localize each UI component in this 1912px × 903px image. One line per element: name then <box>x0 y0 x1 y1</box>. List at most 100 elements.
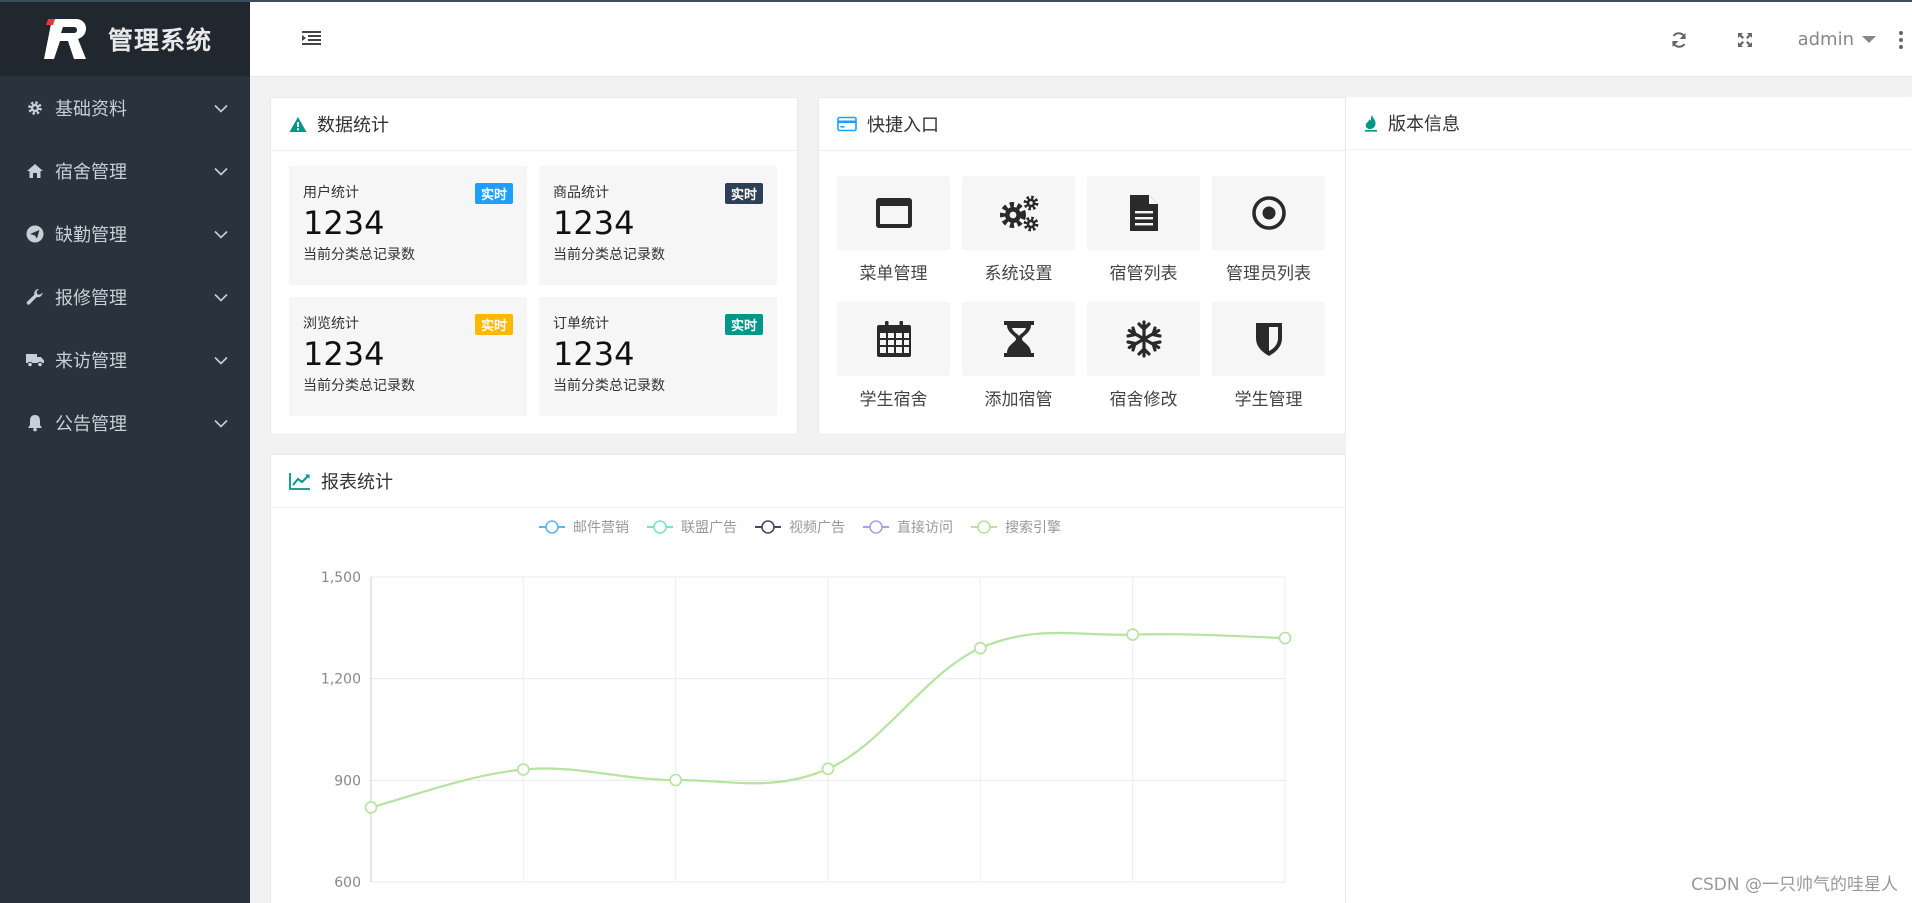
chevron-down-icon <box>214 349 228 370</box>
dot-circle-icon <box>1212 176 1325 250</box>
wrench-icon <box>24 286 46 308</box>
top-header: admin <box>250 0 1912 77</box>
quick-item-settings[interactable]: 系统设置 <box>962 176 1075 284</box>
quick-item-students[interactable]: 学生管理 <box>1212 302 1325 410</box>
legend-item[interactable]: 直接访问 <box>863 519 953 536</box>
stat-browse[interactable]: 浏览统计 实时 1234 当前分类总记录数 <box>289 297 527 416</box>
report-line-chart: 邮件营销 联盟广告 视频广告 直接访问 搜索引擎 1,500 1,200 900 600 <box>321 519 1292 891</box>
data-point <box>1278 631 1292 645</box>
snowflake-icon <box>1087 302 1200 376</box>
sidebar-item-absence[interactable]: 缺勤管理 <box>0 202 250 265</box>
quick-item-menu[interactable]: 菜单管理 <box>837 176 950 284</box>
stat-value: 1234 <box>553 335 635 373</box>
stat-user[interactable]: 用户统计 实时 1234 当前分类总记录数 <box>289 166 527 285</box>
sidebar-item-dorm[interactable]: 宿舍管理 <box>0 139 250 202</box>
stat-desc: 当前分类总记录数 <box>303 247 415 263</box>
sidebar-nav: 基础资料 宿舍管理 缺勤管理 报修管理 来访管理 公告管理 <box>0 76 250 454</box>
chevron-down-icon <box>214 286 228 307</box>
data-point <box>821 762 835 776</box>
report-card: 报表统计 邮件营销 联盟广告 视频广告 直接访问 搜索引擎 1,500 1,200 900 60… <box>270 454 1346 903</box>
credit-card-icon <box>837 116 857 132</box>
chevron-down-icon <box>214 97 228 118</box>
card-title: 版本信息 <box>1388 114 1460 135</box>
user-menu[interactable]: admin <box>1778 29 1890 50</box>
legend-label: 视频广告 <box>789 520 845 536</box>
card-header: 报表统计 <box>271 455 1345 508</box>
quick-item-dorm-admins[interactable]: 宿管列表 <box>1087 176 1200 284</box>
legend-marker <box>869 520 883 534</box>
version-card: 版本信息 <box>1346 97 1912 903</box>
bell-icon <box>24 412 46 434</box>
sidebar-item-label: 基础资料 <box>55 98 127 120</box>
legend-item[interactable]: 视频广告 <box>755 520 845 536</box>
quick-item-label: 学生宿舍 <box>859 390 928 410</box>
y-tick-label: 900 <box>334 773 361 789</box>
file-text-icon <box>1087 176 1200 250</box>
sidebar-item-basic-data[interactable]: 基础资料 <box>0 76 250 139</box>
stat-desc: 当前分类总记录数 <box>303 378 415 394</box>
quick-item-label: 系统设置 <box>984 264 1053 284</box>
logo-bar[interactable]: 管理系统 <box>0 0 250 76</box>
home-icon <box>24 160 46 182</box>
stat-value: 1234 <box>303 335 385 373</box>
quick-item-student-dorm[interactable]: 学生宿舍 <box>837 302 950 410</box>
legend-label: 搜索引擎 <box>1005 519 1061 536</box>
quick-item-dorm-edit[interactable]: 宿舍修改 <box>1087 302 1200 410</box>
sidebar-item-notice[interactable]: 公告管理 <box>0 391 250 454</box>
legend-item[interactable]: 邮件营销 <box>539 520 629 536</box>
legend-label: 直接访问 <box>897 519 953 536</box>
window-icon <box>837 176 950 250</box>
data-point <box>974 641 987 655</box>
fullscreen-icon[interactable] <box>1712 2 1778 77</box>
stat-order[interactable]: 订单统计 实时 1234 当前分类总记录数 <box>539 297 777 416</box>
quick-item-label: 菜单管理 <box>859 264 928 284</box>
quick-item-label: 管理员列表 <box>1226 264 1311 284</box>
stat-product[interactable]: 商品统计 实时 1234 当前分类总记录数 <box>539 166 777 285</box>
warning-icon <box>289 116 307 133</box>
stat-value: 1234 <box>553 204 635 242</box>
legend-item[interactable]: 搜索引擎 <box>971 519 1061 536</box>
legend-marker <box>653 520 667 534</box>
line-chart-icon <box>289 472 311 490</box>
quick-item-add-admin[interactable]: 添加宿管 <box>962 302 1075 410</box>
quick-item-label: 宿舍修改 <box>1109 390 1178 410</box>
legend-label: 邮件营销 <box>573 520 629 536</box>
data-point <box>517 763 530 776</box>
chevron-down-icon <box>214 412 228 433</box>
card-title: 快捷入口 <box>867 115 939 136</box>
fire-icon <box>1364 114 1378 132</box>
legend-marker <box>761 520 775 534</box>
quick-item-label: 宿管列表 <box>1109 264 1178 284</box>
data-point <box>669 773 682 787</box>
card-title: 报表统计 <box>321 472 393 493</box>
stat-desc: 当前分类总记录数 <box>553 247 665 263</box>
sidebar-item-label: 报修管理 <box>55 287 127 309</box>
gear-icon <box>24 97 46 119</box>
data-point <box>364 801 378 814</box>
sidebar-item-label: 来访管理 <box>55 350 127 372</box>
y-tick-label: 600 <box>334 875 361 891</box>
y-tick-label: 1,200 <box>321 672 361 688</box>
truck-icon <box>24 349 46 371</box>
sidebar-item-label: 公告管理 <box>55 413 127 435</box>
realtime-badge: 实时 <box>724 314 763 335</box>
hamburger-icon[interactable] <box>302 30 322 50</box>
stat-value: 1234 <box>303 204 385 242</box>
sidebar-item-label: 缺勤管理 <box>55 224 127 246</box>
card-title: 数据统计 <box>317 115 389 136</box>
card-header: 数据统计 <box>271 98 797 151</box>
realtime-badge: 实时 <box>724 183 763 204</box>
data-point <box>1126 628 1139 641</box>
stats-card: 数据统计 用户统计 实时 1234 当前分类总记录数 商品统计 实时 1234 … <box>270 97 798 435</box>
shield-icon <box>1212 302 1325 376</box>
card-header: 快捷入口 <box>819 98 1345 151</box>
quick-item-admin-list[interactable]: 管理员列表 <box>1212 176 1325 284</box>
refresh-icon[interactable] <box>1646 2 1712 77</box>
sidebar-item-visitor[interactable]: 来访管理 <box>0 328 250 391</box>
app-title: 管理系统 <box>108 26 213 55</box>
quick-item-label: 学生管理 <box>1234 390 1303 410</box>
gears-icon <box>962 176 1075 250</box>
legend-item[interactable]: 联盟广告 <box>647 520 737 536</box>
more-vertical-icon[interactable] <box>1890 30 1912 49</box>
sidebar-item-repair[interactable]: 报修管理 <box>0 265 250 328</box>
